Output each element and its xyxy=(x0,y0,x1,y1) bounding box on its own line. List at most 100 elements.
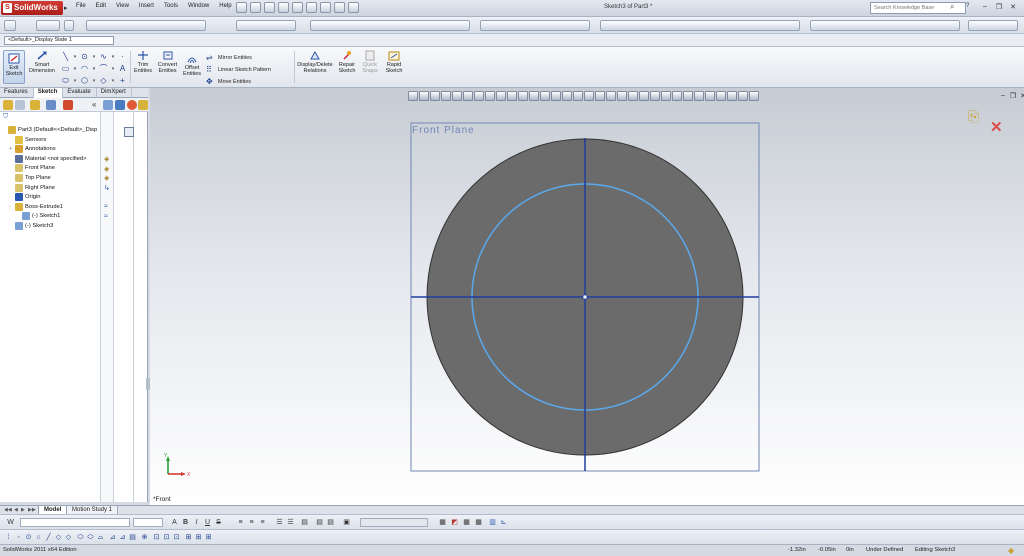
layer-table-icon[interactable]: ▦ xyxy=(474,518,483,527)
extend-icon[interactable]: ⊡ xyxy=(152,533,161,542)
panel-arrows-icon[interactable]: « xyxy=(92,100,99,110)
line-icon[interactable]: ╲ xyxy=(59,52,72,61)
layer-toggle-icon[interactable]: ◩ xyxy=(450,518,459,527)
menu-insert[interactable]: Insert xyxy=(139,3,154,9)
view-tools-group[interactable] xyxy=(310,20,470,31)
print-icon[interactable] xyxy=(278,2,289,13)
tree-item[interactable]: Sensors xyxy=(9,135,46,144)
plane-visibility-icon[interactable]: ◈ xyxy=(104,156,112,164)
intersection-curve-icon[interactable]: ⊡ xyxy=(162,533,171,542)
select-icon[interactable] xyxy=(306,2,317,13)
filter-icon[interactable]: ⛉ xyxy=(3,113,8,121)
open-document-icon[interactable] xyxy=(250,2,261,13)
logo-dropdown-icon[interactable]: ▸ xyxy=(64,4,68,12)
underline-icon[interactable]: U xyxy=(203,518,212,527)
graphics-area[interactable]: – ❐ ✕ ⎘ ✕ Front Plane xyxy=(150,88,1024,505)
chamfer-icon[interactable]: ⊿ xyxy=(108,533,117,542)
fit-spline-icon[interactable]: ⊞ xyxy=(184,533,193,542)
layer-select[interactable] xyxy=(360,518,428,527)
feature-manager-icon[interactable] xyxy=(3,100,13,110)
repair-sketch-button[interactable]: Repair Sketch xyxy=(336,50,358,74)
tab-first-icon[interactable]: ◀◀ xyxy=(4,507,12,513)
tree-item[interactable]: Origin xyxy=(9,193,40,202)
slot-icon[interactable]: ⬭ xyxy=(59,76,72,86)
tree-item[interactable]: (-) Sketch3 xyxy=(9,222,53,230)
tab-next-icon[interactable]: ▶ xyxy=(21,507,25,513)
tree-item[interactable]: Material <not specified> xyxy=(9,154,87,163)
align-right-icon[interactable]: ≡ xyxy=(258,518,267,527)
line-style-icon[interactable]: ☰ xyxy=(275,518,284,527)
centerline-icon[interactable]: + xyxy=(116,76,129,85)
plane-visibility-icon[interactable]: ◈ xyxy=(104,166,112,174)
text-icon[interactable]: A xyxy=(170,518,179,527)
feature-tools-group[interactable] xyxy=(600,20,800,31)
exit-sketch-button[interactable]: Exit Sketch xyxy=(3,50,25,84)
parabola-icon[interactable]: ⌓ xyxy=(96,533,105,542)
convert-entities-button[interactable]: Convert Entities xyxy=(155,50,180,74)
align-left-icon[interactable]: ≡ xyxy=(236,518,245,527)
plane-tool-icon[interactable]: ◇ xyxy=(97,76,110,85)
rebuild-icon[interactable] xyxy=(320,2,331,13)
partial-ellipse-icon[interactable]: ⬭ xyxy=(86,533,95,542)
menu-view[interactable]: View xyxy=(116,3,129,9)
tab-sketch[interactable]: Sketch xyxy=(33,88,64,98)
layer-chart-icon[interactable]: ▥ xyxy=(488,518,497,527)
split-entities-icon[interactable]: ⊕ xyxy=(140,533,149,542)
text-icon[interactable]: A xyxy=(116,64,129,73)
undo-icon[interactable] xyxy=(292,2,303,13)
font-size-select[interactable] xyxy=(133,518,163,527)
tab-dimxpert[interactable]: DimXpert xyxy=(97,88,132,98)
help-icon[interactable]: ? xyxy=(966,3,969,9)
new-document-icon[interactable] xyxy=(236,2,247,13)
display-tools-group[interactable] xyxy=(480,20,590,31)
sketch-fillet-icon[interactable]: ⌒ xyxy=(97,63,110,74)
italic-icon[interactable]: I xyxy=(192,518,201,527)
dimxpert-manager-icon[interactable] xyxy=(46,100,56,110)
font-select[interactable] xyxy=(20,518,130,527)
search-icon[interactable]: ⌕ xyxy=(950,2,954,12)
strikethrough-icon[interactable]: S xyxy=(214,518,223,527)
layout-tools-group[interactable] xyxy=(236,20,296,31)
font-style-icon[interactable]: W xyxy=(6,518,15,527)
tab-evaluate[interactable]: Evaluate xyxy=(63,88,97,98)
close-icon[interactable]: ✕ xyxy=(1006,3,1020,11)
color-display-icon[interactable]: ▣ xyxy=(342,518,351,527)
panel-option-icon[interactable] xyxy=(115,100,125,110)
linear-sketch-pattern-button[interactable]: ⠿ Linear Sketch Pattern xyxy=(206,66,271,74)
rectangle-icon[interactable]: ▭ xyxy=(59,64,72,73)
arc-icon[interactable]: ◠ xyxy=(78,64,91,73)
align-center-icon[interactable]: ≡ xyxy=(247,518,256,527)
sketch-picture-icon[interactable]: ▤ xyxy=(128,533,137,542)
tree-item[interactable]: Top Plane xyxy=(9,174,51,182)
move-entities-button[interactable]: ✥ Move Entities xyxy=(206,78,251,86)
menu-help[interactable]: Help xyxy=(219,3,231,9)
menu-file[interactable]: File xyxy=(76,3,86,9)
line-thickness-icon[interactable]: ☰ xyxy=(286,518,295,527)
toolbar-grip-icon[interactable]: ⁞ xyxy=(4,533,13,542)
point-icon[interactable]: · xyxy=(116,52,129,61)
hide-edge-icon[interactable]: ▤ xyxy=(315,518,324,527)
sketch-tools-group[interactable] xyxy=(86,20,206,31)
centerpoint-circle-icon[interactable]: ⊙ xyxy=(24,533,33,542)
addin-tools-group[interactable] xyxy=(810,20,960,31)
rapid-sketch-button[interactable]: Rapid Sketch xyxy=(383,50,405,74)
tree-item[interactable]: Part3 (Default<<Default>_Disp xyxy=(2,126,97,134)
layer-properties-icon[interactable]: ▦ xyxy=(438,518,447,527)
tab-last-icon[interactable]: ▶▶ xyxy=(28,507,36,513)
mirror-entities-button[interactable]: ⇌ Mirror Entities xyxy=(206,54,252,62)
polygon-icon[interactable]: ⬡ xyxy=(78,76,91,85)
layer-axis-icon[interactable]: ⊾ xyxy=(499,518,508,527)
sketch-visibility-icon[interactable]: ≈ xyxy=(104,203,112,211)
solidworks-logo[interactable]: S SolidWorks xyxy=(1,1,63,15)
face-curves-icon[interactable]: ⊡ xyxy=(172,533,181,542)
toolbar-button[interactable] xyxy=(4,20,16,31)
origin-visibility-icon[interactable]: ↳ xyxy=(104,185,112,193)
display-manager-icon[interactable] xyxy=(63,100,73,110)
tree-item[interactable]: Right Plane xyxy=(9,183,55,192)
offset-entities-button[interactable]: Offset Entities xyxy=(181,53,203,77)
tab-features[interactable]: Features xyxy=(0,88,34,98)
toolbar-overflow[interactable] xyxy=(968,20,1018,31)
construction-icon[interactable]: ⊿ xyxy=(118,533,127,542)
trim-entities-button[interactable]: Trim Entities xyxy=(132,50,154,74)
ellipse-icon[interactable]: ⬭ xyxy=(76,533,85,542)
